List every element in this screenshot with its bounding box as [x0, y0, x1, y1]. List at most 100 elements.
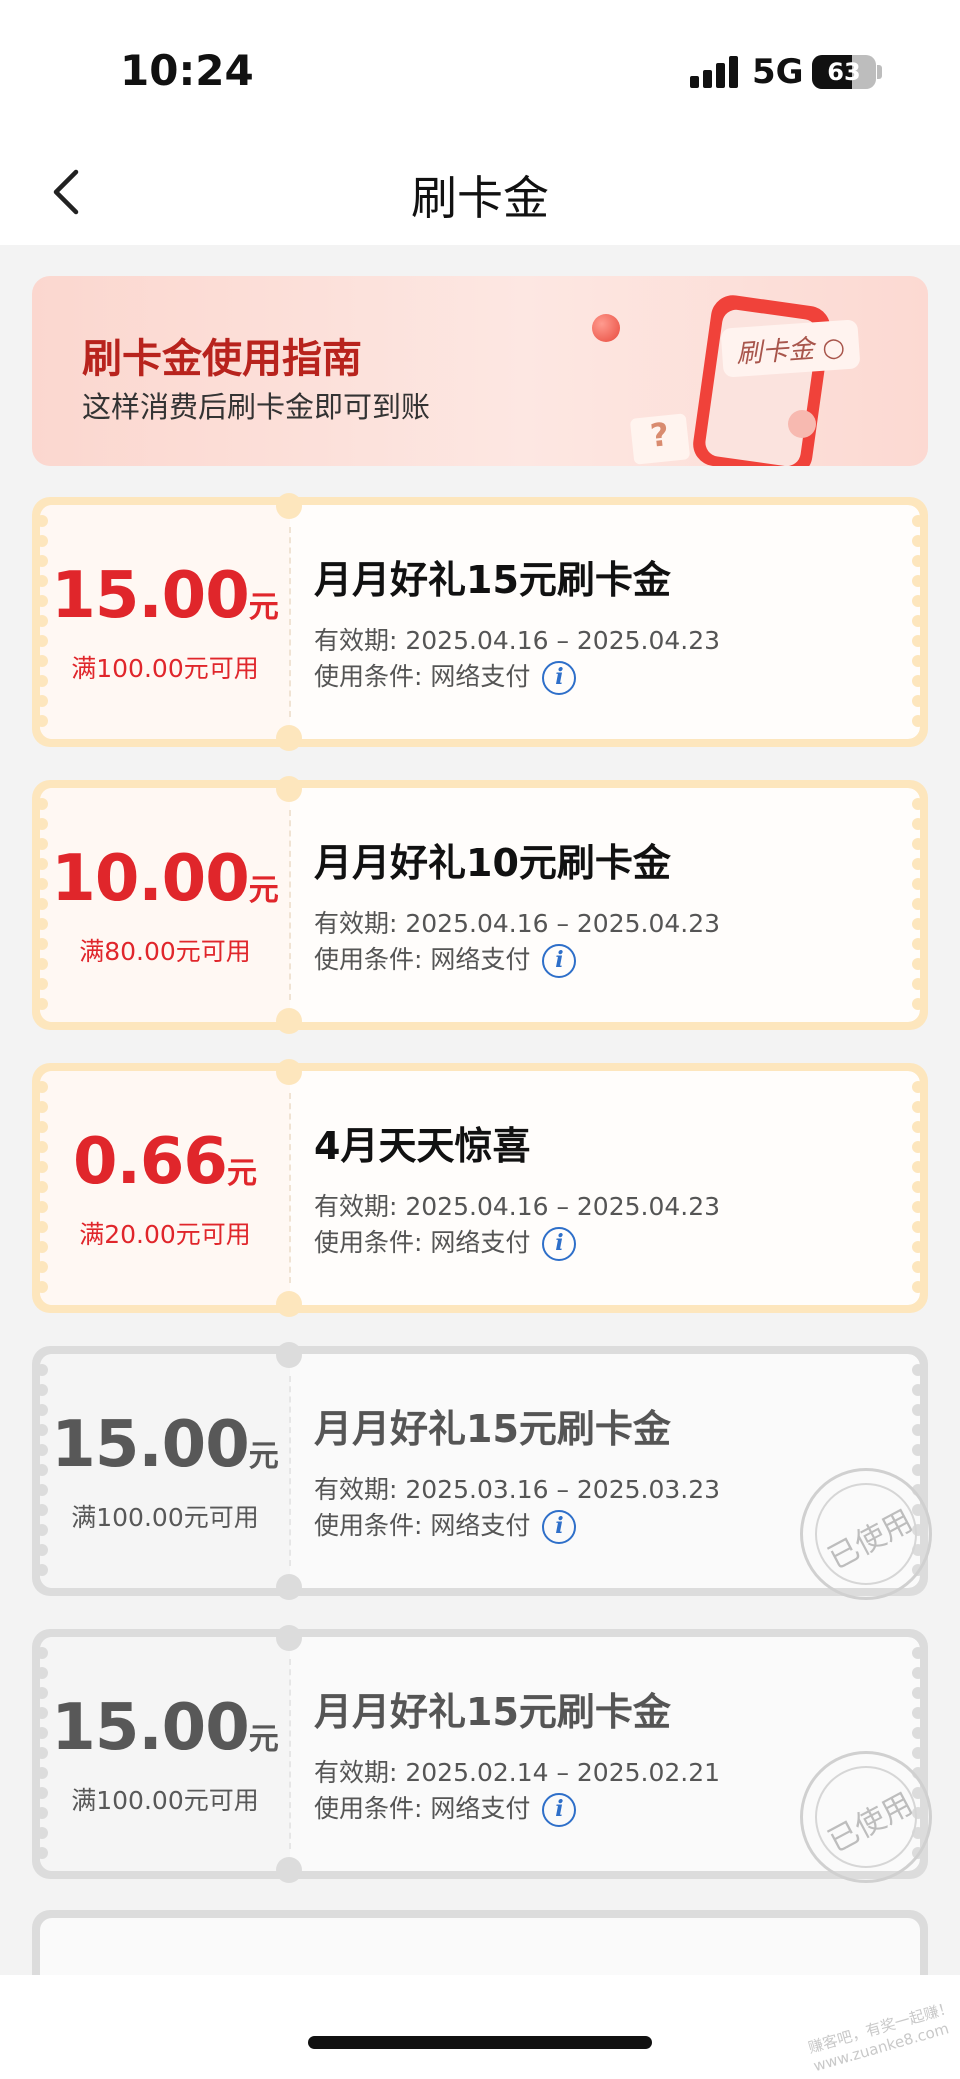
- coupon-scallop-dot: [36, 978, 48, 990]
- battery-icon: 63: [812, 55, 876, 89]
- banner-subtitle: 这样消费后刷卡金即可到账: [82, 390, 431, 424]
- banner-title: 刷卡金使用指南: [82, 336, 362, 382]
- coupon-scallop-dot: [912, 555, 924, 567]
- coupon-scallop-dot: [912, 1364, 924, 1376]
- coupon-scallop-dot: [912, 958, 924, 970]
- coupon-notch: [276, 493, 302, 519]
- coupon-min-spend: 满20.00元可用: [79, 1220, 251, 1249]
- amount-unit: 元: [226, 1156, 257, 1191]
- used-stamp-text: 已使用: [822, 1786, 919, 1860]
- coupon-scallop-dot: [912, 998, 924, 1010]
- coupon-validity: 有效期: 2025.03.16 – 2025.03.23: [314, 1475, 721, 1504]
- coupon-scallop-dot: [912, 1121, 924, 1133]
- coupon-scallop-dot: [912, 1424, 924, 1436]
- coupon-title: 月月好礼15元刷卡金: [314, 1407, 671, 1451]
- coupon-scallop-dot: [36, 1484, 48, 1496]
- coupon-scallop-dot: [36, 1564, 48, 1576]
- coupon-scallop-dot: [36, 695, 48, 707]
- coupon-scallop-dot: [912, 1161, 924, 1173]
- coupon-scallop-dot: [912, 978, 924, 990]
- coupon-scallop-dot: [912, 878, 924, 890]
- coupon-scallop-dot: [36, 1281, 48, 1293]
- coupon-scallop-dot: [912, 838, 924, 850]
- coupon-amount: 10.00元: [40, 842, 290, 916]
- info-icon[interactable]: i: [542, 944, 577, 978]
- coupon-scallop-dot: [912, 918, 924, 930]
- coupon-usage: 使用条件: 网络支付 i: [314, 940, 577, 978]
- coupon-scallop-dot: [36, 535, 48, 547]
- info-icon[interactable]: i: [542, 1793, 577, 1827]
- coupon-scallop-dot: [912, 1464, 924, 1476]
- coupon-scallop-dot: [912, 1241, 924, 1253]
- coupon-validity: 有效期: 2025.04.16 – 2025.04.23: [314, 626, 721, 655]
- coupon-amount: 15.00元: [40, 559, 290, 633]
- coupon-scallop-dot: [36, 515, 48, 527]
- coupon-notch: [276, 1574, 302, 1600]
- amount-unit: 元: [248, 1439, 279, 1474]
- coupon-scallop-dot: [912, 655, 924, 667]
- coupon-scallop-dot: [912, 1141, 924, 1153]
- coupon-card[interactable]: 10.00元 满80.00元可用 月月好礼10元刷卡金 有效期: 2025.04…: [32, 776, 928, 1034]
- coupon-scallop-dot: [912, 1404, 924, 1416]
- coupon-scallop-dot: [912, 635, 924, 647]
- coupon-min-spend: 满100.00元可用: [71, 1786, 259, 1815]
- coupon-card-used[interactable]: 15.00元 满100.00元可用 月月好礼15元刷卡金 有效期: 2025.0…: [32, 1342, 932, 1600]
- coupon-scallop-dot: [912, 1261, 924, 1273]
- amount-unit: 元: [248, 873, 279, 908]
- info-icon[interactable]: i: [542, 1227, 577, 1261]
- coupon-scallop-dot: [912, 715, 924, 727]
- coupon-scallop-dot: [912, 898, 924, 910]
- amount-unit: 元: [248, 590, 279, 625]
- coupon-scallop-right: [912, 1077, 924, 1299]
- coupon-scallop-dot: [912, 1444, 924, 1456]
- coupon-scallop-dot: [912, 1221, 924, 1233]
- coupon-card[interactable]: 0.66元 满20.00元可用 4月天天惊喜 有效期: 2025.04.16 –…: [32, 1059, 928, 1317]
- amount-value: 15.00: [51, 1691, 249, 1765]
- coupon-notch: [276, 725, 302, 751]
- usage-text: 使用条件: 网络支付: [314, 945, 531, 974]
- battery-tip: [877, 65, 882, 79]
- coupon-scallop-dot: [36, 1081, 48, 1093]
- coupon-scallop-dot: [912, 1747, 924, 1759]
- coupon-amount: 15.00元: [40, 1691, 290, 1765]
- info-icon[interactable]: i: [542, 1510, 577, 1544]
- coupon-notch: [276, 1059, 302, 1085]
- coupon-scallop-dot: [912, 1384, 924, 1396]
- status-time: 10:24: [120, 46, 254, 95]
- coupon-notch: [276, 1291, 302, 1317]
- info-icon[interactable]: i: [542, 661, 577, 695]
- used-stamp: 已使用: [800, 1468, 932, 1600]
- coupon-amount: 0.66元: [40, 1125, 290, 1199]
- phone-illustration-icon: [693, 295, 831, 466]
- coupon-scallop-dot: [36, 1101, 48, 1113]
- coupon-scallop-dot: [912, 1101, 924, 1113]
- coupon-scallop-dot: [912, 1181, 924, 1193]
- coupon-usage: 使用条件: 网络支付 i: [314, 1223, 577, 1261]
- coupon-scallop-dot: [36, 1544, 48, 1556]
- coupon-title: 月月好礼15元刷卡金: [314, 1690, 671, 1734]
- coupon-scallop-dot: [36, 1201, 48, 1213]
- home-indicator[interactable]: [308, 2036, 652, 2049]
- coupon-scallop-dot: [912, 1707, 924, 1719]
- coupon-amount: 15.00元: [40, 1408, 290, 1482]
- coupon-card-used[interactable]: 15.00元 满100.00元可用 月月好礼15元刷卡金 有效期: 2025.0…: [32, 1625, 932, 1883]
- coupon-scallop-dot: [36, 1384, 48, 1396]
- coupon-scallop-dot: [36, 1827, 48, 1839]
- coupon-scallop-dot: [912, 1081, 924, 1093]
- coupon-card[interactable]: 15.00元 满100.00元可用 月月好礼15元刷卡金 有效期: 2025.0…: [32, 493, 928, 751]
- coupon-scallop-dot: [912, 1687, 924, 1699]
- guide-banner[interactable]: 刷卡金使用指南 这样消费后刷卡金即可到账 刷卡金 ○ ?: [32, 276, 928, 466]
- coupon-scallop-dot: [912, 1727, 924, 1739]
- coupon-title: 月月好礼15元刷卡金: [314, 558, 671, 602]
- coupon-min-spend: 满100.00元可用: [71, 654, 259, 683]
- coupon-scallop-dot: [36, 1767, 48, 1779]
- coupon-scallop-dot: [36, 998, 48, 1010]
- search-icon: ○: [821, 332, 847, 364]
- coupon-scallop-dot: [912, 1281, 924, 1293]
- coupon-scallop-dot: [36, 1364, 48, 1376]
- status-bar: 10:24 5G 63: [0, 0, 960, 140]
- coupon-scallop-dot: [912, 515, 924, 527]
- coupon-scallop-dot: [912, 938, 924, 950]
- coupon-notch: [276, 776, 302, 802]
- amount-value: 0.66: [73, 1125, 228, 1199]
